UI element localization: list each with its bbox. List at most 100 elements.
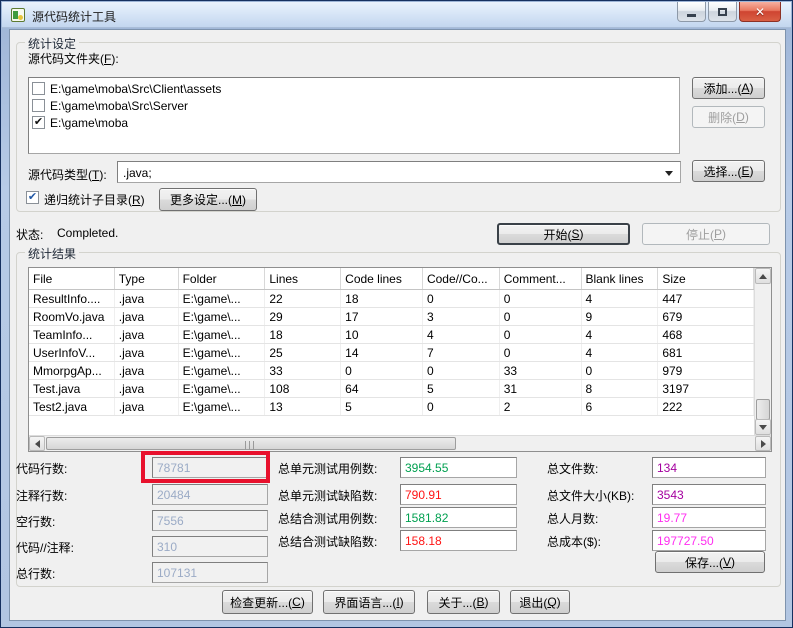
start-button[interactable]: 开始(S) [497, 223, 630, 245]
table-cell: 7 [423, 344, 500, 361]
scroll-left-button[interactable] [29, 436, 45, 451]
minimize-icon [687, 13, 696, 17]
table-cell: 14 [341, 344, 423, 361]
folder-item[interactable]: E:\game\moba\Src\Client\assets [29, 80, 679, 97]
column-header[interactable]: Comment... [500, 268, 582, 289]
total-right-value[interactable]: 19.77 [652, 507, 766, 528]
status-label: 状态: [16, 228, 44, 242]
vertical-scrollbar[interactable] [754, 268, 771, 435]
table-cell: 18 [341, 290, 423, 307]
column-header[interactable]: Size [658, 268, 754, 289]
folder-path: E:\game\moba\Src\Client\assets [50, 81, 222, 96]
folder-checkbox[interactable] [32, 99, 45, 112]
add-folder-button[interactable]: 添加...(A) [692, 77, 765, 99]
table-row[interactable]: Test.java .java E:\game\... 108 64 5 31 8 3197 [29, 380, 754, 398]
total-left-value: 107131 [152, 562, 268, 583]
total-middle-value[interactable]: 790.91 [400, 484, 517, 505]
source-type-value: .java; [123, 166, 152, 180]
column-header[interactable]: File [29, 268, 115, 289]
minimize-button[interactable] [677, 2, 706, 22]
table-cell: 0 [500, 344, 582, 361]
table-cell: 4 [582, 290, 659, 307]
table-cell: 6 [582, 398, 659, 415]
total-middle-label: 总单元测试缺陷数: [278, 489, 378, 503]
table-row[interactable]: RoomVo.java .java E:\game\... 29 17 3 0 9 679 [29, 308, 754, 326]
stop-button: 停止(P) [642, 223, 770, 245]
folders-label: 源代码文件夹(F): [28, 52, 119, 66]
maximize-button[interactable] [708, 2, 737, 22]
scroll-right-button[interactable] [755, 436, 771, 451]
column-header[interactable]: Blank lines [582, 268, 659, 289]
column-header[interactable]: Type [115, 268, 179, 289]
total-middle-value[interactable]: 1581.82 [400, 507, 517, 528]
combobox-dropdown-icon[interactable] [665, 171, 673, 176]
language-button[interactable]: 界面语言...(I) [323, 590, 415, 614]
table-cell: .java [115, 380, 179, 397]
table-row[interactable]: ResultInfo.... .java E:\game\... 22 18 0 0 4 447 [29, 290, 754, 308]
table-cell: 4 [582, 326, 659, 343]
table-cell: 5 [423, 380, 500, 397]
scroll-down-button[interactable] [755, 419, 771, 435]
scroll-up-button[interactable] [755, 268, 771, 284]
total-left-label: 注释行数: [16, 489, 68, 503]
total-left-label: 总行数: [16, 567, 56, 581]
source-type-combobox[interactable]: .java; [117, 161, 681, 183]
table-cell: RoomVo.java [29, 308, 115, 325]
app-window: 源代码统计工具 ✕ 统计设定 源代码文件夹(F): E:\game\moba\S… [0, 0, 793, 628]
check-update-button[interactable]: 检查更新...(C) [222, 590, 313, 614]
arrow-right-icon [760, 439, 766, 448]
table-cell: E:\game\... [179, 362, 266, 379]
table-cell: 679 [658, 308, 754, 325]
table-cell: .java [115, 290, 179, 307]
horizontal-scrollbar[interactable] [29, 435, 771, 451]
horizontal-scroll-thumb[interactable] [46, 437, 456, 450]
recurse-checkbox[interactable]: ✔ [26, 191, 39, 204]
folder-checkbox[interactable] [32, 82, 45, 95]
folder-item[interactable]: E:\game\moba\Src\Server [29, 97, 679, 114]
close-button[interactable]: ✕ [739, 2, 781, 22]
close-icon: ✕ [754, 4, 766, 19]
save-button[interactable]: 保存...(V) [655, 551, 765, 573]
table-row[interactable]: Test2.java .java E:\game\... 13 5 0 2 6 222 [29, 398, 754, 416]
table-cell: E:\game\... [179, 326, 266, 343]
total-right-value[interactable]: 197727.50 [652, 530, 766, 551]
folder-checkbox[interactable]: ✔ [32, 116, 45, 129]
about-button[interactable]: 关于...(B) [427, 590, 500, 614]
column-header[interactable]: Folder [179, 268, 266, 289]
table-cell: 0 [500, 290, 582, 307]
table-cell: .java [115, 326, 179, 343]
more-settings-button[interactable]: 更多设定...(M) [159, 188, 257, 211]
table-row[interactable]: MmorpgAp... .java E:\game\... 33 0 0 33 0 979 [29, 362, 754, 380]
table-cell: 108 [265, 380, 342, 397]
table-row[interactable]: UserInfoV... .java E:\game\... 25 14 7 0 4 681 [29, 344, 754, 362]
folder-list[interactable]: E:\game\moba\Src\Client\assets E:\game\mo… [28, 77, 680, 154]
column-header[interactable]: Code lines [341, 268, 423, 289]
table-cell: 0 [423, 290, 500, 307]
total-right-value[interactable]: 3543 [652, 484, 766, 505]
column-header[interactable]: Lines [265, 268, 342, 289]
table-cell: 33 [265, 362, 342, 379]
table-cell: 13 [265, 398, 342, 415]
total-right-label: 总人月数: [547, 512, 599, 526]
total-middle-value[interactable]: 3954.55 [400, 457, 517, 478]
total-middle-label: 总结合测试用例数: [278, 512, 378, 526]
total-right-value[interactable]: 134 [652, 457, 766, 478]
vertical-scroll-thumb[interactable] [756, 399, 770, 420]
table-cell: 22 [265, 290, 342, 307]
table-cell: E:\game\... [179, 398, 266, 415]
table-cell: Test2.java [29, 398, 115, 415]
folder-item[interactable]: ✔ E:\game\moba [29, 114, 679, 131]
column-header[interactable]: Code//Co... [423, 268, 500, 289]
table-cell: 4 [582, 344, 659, 361]
select-type-button[interactable]: 选择...(E) [692, 160, 765, 182]
recurse-checkbox-label[interactable]: 递归统计子目录(R) [44, 191, 145, 208]
delete-folder-button: 删除(D) [692, 106, 765, 128]
table-cell: 0 [582, 362, 659, 379]
table-cell: MmorpgAp... [29, 362, 115, 379]
source-type-label: 源代码类型(T): [28, 168, 107, 182]
total-left-value: 20484 [152, 484, 268, 505]
table-row[interactable]: TeamInfo... .java E:\game\... 18 10 4 0 4 468 [29, 326, 754, 344]
exit-button[interactable]: 退出(Q) [510, 590, 570, 614]
total-middle-value[interactable]: 158.18 [400, 530, 517, 551]
table-cell: UserInfoV... [29, 344, 115, 361]
